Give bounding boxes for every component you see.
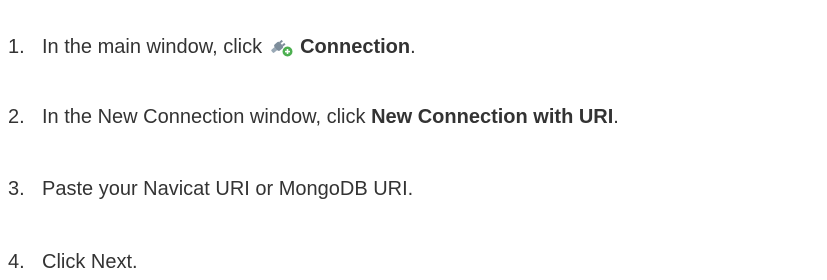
new-connection-with-uri-label: New Connection with URI [371, 106, 614, 128]
step-number: 2 [0, 105, 34, 129]
connection-label: Connection [300, 36, 411, 58]
step-text: In the New Connection window, click New … [34, 105, 619, 129]
step-text-before: In the main window, click [42, 36, 263, 58]
step-number: 3 [0, 177, 34, 201]
step-item: 1In the main window, click Connection. [0, 33, 416, 59]
step-item: 3 Paste your Navicat URI or MongoDB URI. [0, 177, 413, 201]
step-number: 4 [0, 250, 34, 274]
step-number: 1 [0, 35, 34, 59]
step-text-before: In the New Connection window, click [42, 106, 366, 128]
step-text-after: . [410, 36, 416, 58]
step-text: Paste your Navicat URI or MongoDB URI. [42, 178, 414, 200]
step-text: Click Next. [42, 251, 138, 273]
step-item: 2In the New Connection window, click New… [0, 105, 619, 129]
step-text-after: . [613, 106, 619, 128]
connection-plug-icon [268, 33, 294, 59]
step-item: 4 Click Next. [0, 250, 138, 274]
step-text: In the main window, click Connection. [34, 33, 416, 59]
